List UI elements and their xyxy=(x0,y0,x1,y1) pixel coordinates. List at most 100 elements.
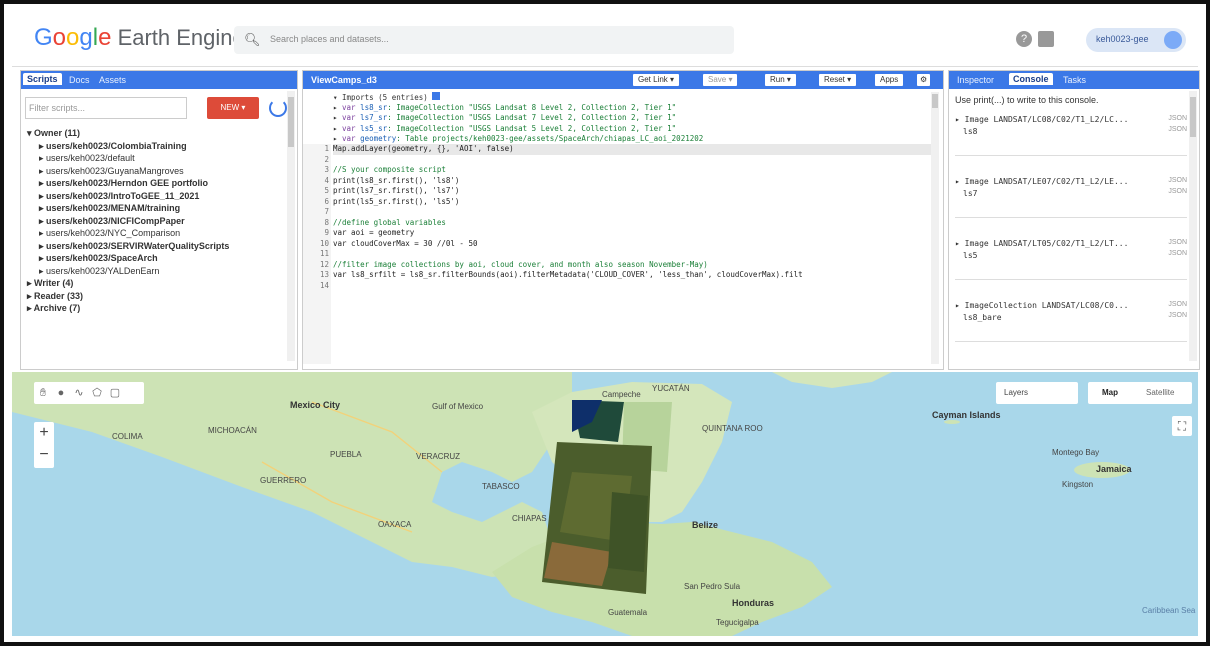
label-quintana-roo: QUINTANA ROO xyxy=(702,424,763,433)
tree-group[interactable]: ▸ Archive (7) xyxy=(27,302,287,315)
code-line[interactable]: 4 print(ls8_sr.first(), 'ls8') xyxy=(324,176,933,187)
json-button[interactable]: JSON xyxy=(1168,312,1187,319)
script-repo-item[interactable]: ▸ users/keh0023/NICFICompPaper xyxy=(27,215,287,228)
script-repo-item[interactable]: ▸ users/keh0023/NYC_Comparison xyxy=(27,227,287,240)
import-entry[interactable]: ▸ var ls5_sr: ImageCollection "USGS Land… xyxy=(333,124,933,134)
console-entry[interactable]: ▸ Image LANDSAT/LT05/C02/T1_L2/LT... ls5 J… xyxy=(955,235,1187,280)
layers-dropdown[interactable]: Layers xyxy=(996,382,1078,404)
console-panel: Inspector Console Tasks Use print(...) t… xyxy=(948,70,1200,370)
label-jamaica: Jamaica xyxy=(1096,464,1132,474)
code-area[interactable]: ▾ Imports (5 entries) ▸ var ls8_sr: Imag… xyxy=(303,90,943,368)
code-line[interactable]: 14 xyxy=(320,281,933,292)
map-type-map[interactable]: Map xyxy=(1102,388,1118,397)
json-button[interactable]: JSON xyxy=(1168,301,1187,308)
console-scrollbar[interactable] xyxy=(1189,91,1197,361)
help-icon[interactable]: ? xyxy=(1016,31,1032,47)
map-drawing-tools: ✋︎ ● ∿ ⬠ ▢ xyxy=(34,382,144,404)
json-button[interactable]: JSON xyxy=(1168,126,1187,133)
code-lines: 1 Map.addLayer(geometry, {}, 'AOI', false… xyxy=(320,144,933,292)
zoom-in-button[interactable]: + xyxy=(34,422,54,444)
console-entry[interactable]: ▸ Image LANDSAT/LC08/C02/T1_L2/LC... ls8 J… xyxy=(955,111,1187,156)
script-repo-item[interactable]: ▸ users/keh0023/Herndon GEE portfolio xyxy=(27,177,287,190)
editor-toolbar: ViewCamps_d3 Get Link ▾ Save ▾ Run ▾ Res… xyxy=(303,71,943,89)
json-button[interactable]: JSON xyxy=(1168,188,1187,195)
tree-group[interactable]: ▸ Writer (4) xyxy=(27,277,287,290)
search-icon: 🔍︎ xyxy=(244,32,261,47)
code-line[interactable]: 6 print(ls5_sr.first(), 'ls5') xyxy=(324,197,933,208)
script-name-tab[interactable]: ViewCamps_d3 xyxy=(307,74,381,86)
tab-tasks[interactable]: Tasks xyxy=(1059,74,1090,86)
json-button[interactable]: JSON xyxy=(1168,177,1187,184)
line-tool-icon[interactable]: ∿ xyxy=(70,382,88,404)
apps-button[interactable]: Apps xyxy=(875,74,904,86)
refresh-icon[interactable] xyxy=(269,99,287,117)
script-repo-item[interactable]: ▸ users/keh0023/default xyxy=(27,152,287,165)
imports-header[interactable]: ▾ Imports (5 entries) xyxy=(333,92,933,103)
console-entry[interactable]: ▸ Image LANDSAT/LE07/C02/T1_L2/LE... ls7 J… xyxy=(955,173,1187,218)
console-entry[interactable]: ▸ ImageCollection LANDSAT/LC08/C0... ls8_… xyxy=(955,297,1187,342)
code-line[interactable]: 11 xyxy=(320,249,933,260)
notifications-icon[interactable] xyxy=(1038,31,1054,47)
import-entry[interactable]: ▸ var geometry: Table projects/keh0023-g… xyxy=(333,134,933,144)
tab-console[interactable]: Console xyxy=(1009,73,1053,85)
json-button[interactable]: JSON xyxy=(1168,239,1187,246)
polygon-tool-icon[interactable]: ⬠ xyxy=(88,382,106,404)
filter-scripts-input[interactable]: Filter scripts... xyxy=(25,97,187,119)
label-puebla: PUEBLA xyxy=(330,450,362,459)
reset-button[interactable]: Reset ▾ xyxy=(819,74,857,86)
scripts-scrollbar[interactable] xyxy=(287,91,295,361)
import-entry[interactable]: ▸ var ls7_sr: ImageCollection "USGS Land… xyxy=(333,113,933,123)
script-repo-item[interactable]: ▸ users/keh0023/YALDenEarn xyxy=(27,265,287,278)
editor-scrollbar[interactable] xyxy=(931,92,939,364)
script-repo-item[interactable]: ▸ users/keh0023/MENAM/training xyxy=(27,202,287,215)
label-guerrero: GUERRERO xyxy=(260,476,307,485)
code-line[interactable]: 8//define global variables xyxy=(324,218,933,229)
search-placeholder[interactable]: Search places and datasets... xyxy=(270,34,389,44)
code-line[interactable]: 2 xyxy=(324,155,933,166)
settings-gear-icon[interactable]: ⚙ xyxy=(917,74,931,86)
code-line[interactable]: 7 xyxy=(324,207,933,218)
label-belize: Belize xyxy=(692,520,719,530)
save-button[interactable]: Save ▾ xyxy=(703,74,738,86)
new-button[interactable]: NEW ▾ xyxy=(207,97,259,119)
map-view[interactable]: ✋︎ ● ∿ ⬠ ▢ + − Layers Map Satellite ⛶ Mexico… xyxy=(12,372,1198,636)
map-type-satellite[interactable]: Satellite xyxy=(1146,388,1174,397)
code-line[interactable]: 5 print(ls7_sr.first(), 'ls7') xyxy=(324,186,933,197)
marker-icon[interactable]: ● xyxy=(52,382,70,404)
right-panel-tabs: Inspector Console Tasks xyxy=(949,71,1199,89)
tree-group[interactable]: ▸ Reader (33) xyxy=(27,290,287,303)
code-line[interactable]: 10 var cloudCoverMax = 30 //0l - 50 xyxy=(320,239,933,250)
script-repo-item[interactable]: ▸ users/keh0023/SERVIRWaterQualityScript… xyxy=(27,240,287,253)
script-repo-item[interactable]: ▸ users/keh0023/IntroToGEE_11_2021 xyxy=(27,190,287,203)
code-line[interactable]: 13 var ls8_srfilt = ls8_sr.filterBounds(a… xyxy=(320,270,933,281)
search-bar[interactable]: 🔍︎ Search places and datasets... xyxy=(234,26,734,54)
tab-scripts[interactable]: Scripts xyxy=(23,73,62,85)
code-line[interactable]: 9 var aoi = geometry xyxy=(324,228,933,239)
code-line[interactable]: 12//filter image collections by aoi, clo… xyxy=(320,260,933,271)
tree-group[interactable]: ▾ Owner (11) xyxy=(27,127,287,140)
script-repo-item[interactable]: ▸ users/keh0023/SpaceArch xyxy=(27,252,287,265)
fullscreen-icon[interactable]: ⛶ xyxy=(1172,416,1192,436)
json-button[interactable]: JSON xyxy=(1168,250,1187,257)
import-entry[interactable]: ▸ var ls8_sr: ImageCollection "USGS Land… xyxy=(333,103,933,113)
get-link-button[interactable]: Get Link ▾ xyxy=(633,74,680,86)
land-cayman xyxy=(944,420,960,424)
rectangle-tool-icon[interactable]: ▢ xyxy=(106,382,124,404)
zoom-out-button[interactable]: − xyxy=(34,444,54,466)
script-repo-item[interactable]: ▸ users/keh0023/ColombiaTraining xyxy=(27,140,287,153)
code-line[interactable]: 1 Map.addLayer(geometry, {}, 'AOI', false… xyxy=(324,144,933,155)
google-earth-engine-logo[interactable]: Google Earth Engine xyxy=(34,24,245,52)
code-line[interactable]: 3//S your composite script xyxy=(324,165,933,176)
json-button[interactable]: JSON xyxy=(1168,115,1187,122)
header-right-controls: ? keh0023-gee xyxy=(1016,28,1186,52)
tab-docs[interactable]: Docs xyxy=(65,74,94,86)
tab-inspector[interactable]: Inspector xyxy=(953,74,998,86)
label-michoacan: MICHOACÁN xyxy=(208,426,257,435)
tab-assets[interactable]: Assets xyxy=(95,74,130,86)
hand-pan-icon[interactable]: ✋︎ xyxy=(34,382,52,404)
label-cayman-islands: Cayman Islands xyxy=(932,410,1001,420)
user-account-button[interactable]: keh0023-gee xyxy=(1086,28,1186,52)
label-guatemala: Guatemala xyxy=(608,608,648,617)
script-repo-item[interactable]: ▸ users/keh0023/GuyanaMangroves xyxy=(27,165,287,178)
run-button[interactable]: Run ▾ xyxy=(765,74,796,86)
